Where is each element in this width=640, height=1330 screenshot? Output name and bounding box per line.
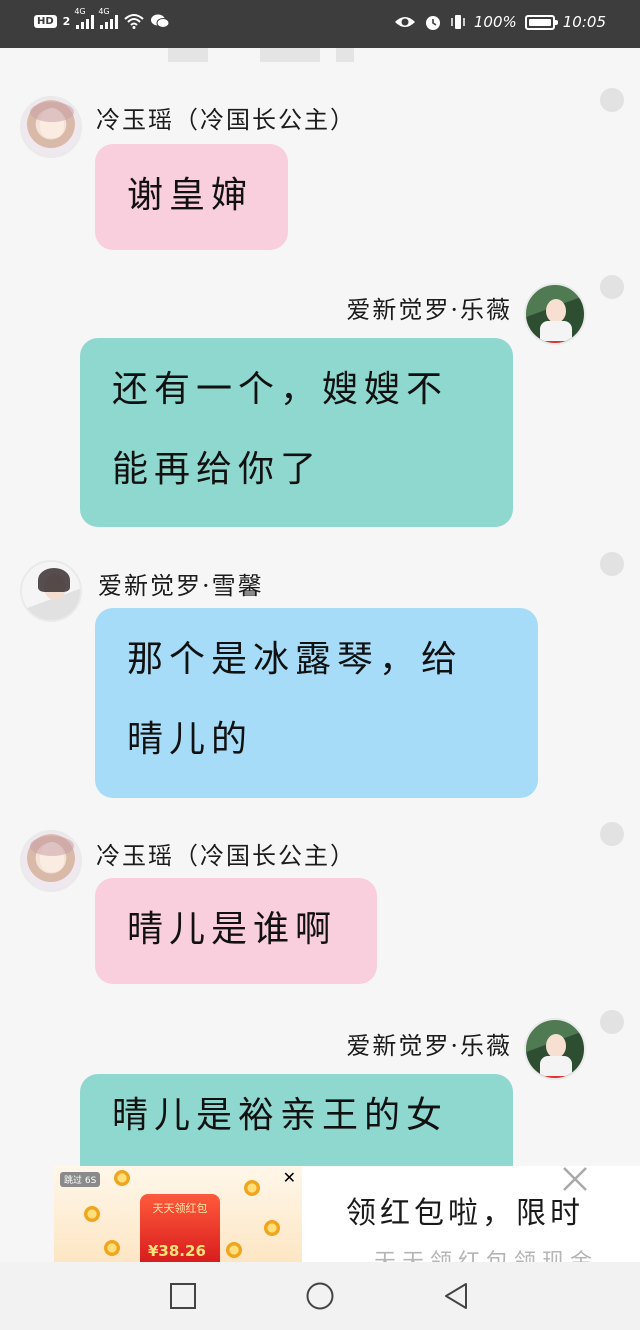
coin-icon <box>84 1206 100 1222</box>
coin-icon <box>244 1180 260 1196</box>
message-text-line: 那个是冰露琴，给 <box>127 639 464 680</box>
clock: 10:05 <box>562 13 606 31</box>
wechat-icon <box>151 14 170 28</box>
recent-apps-icon[interactable] <box>169 1282 197 1310</box>
system-navigation-bar <box>0 1262 640 1330</box>
network-type-label-2: 4G <box>98 7 110 16</box>
select-dot[interactable] <box>600 88 624 112</box>
sender-name: 爱新觉罗·乐薇 <box>346 1032 512 1060</box>
coin-icon <box>114 1170 130 1186</box>
battery-percent: 100% <box>473 13 517 31</box>
sender-name: 冷玉瑶（冷国长公主） <box>96 842 356 870</box>
message-bubble[interactable]: 谢皇婶 <box>95 144 288 250</box>
ad-headline[interactable]: 领红包啦，限时 <box>346 1188 636 1228</box>
coin-icon <box>226 1242 242 1258</box>
network-type-label: 4G <box>74 7 86 16</box>
ad-skip-badge[interactable]: 跳过 6S <box>60 1172 101 1187</box>
chat-area[interactable]: 冷玉瑶（冷国长公主） 谢皇婶 爱新觉罗·乐薇 还有一个，嫂嫂不 能再给你了 爱新… <box>0 48 640 1260</box>
avatar[interactable] <box>20 830 82 892</box>
cell-signal-icon: 4G <box>74 7 95 29</box>
avatar[interactable] <box>524 1018 586 1080</box>
chat-message: 爱新觉罗·乐薇 还有一个，嫂嫂不 能再给你了 <box>0 275 640 538</box>
message-text: 晴儿是裕亲王的女 <box>112 1095 449 1136</box>
status-bar: HD 2 4G 4G 100% 10:05 <box>0 0 640 48</box>
hd-badge: HD <box>34 14 57 28</box>
red-envelope-icon: 天天领红包 ¥38.26 <box>140 1194 220 1262</box>
ad-banner[interactable]: 跳过 6S ✕ 天天领红包 ¥38.26 领红包啦，限时 天天领红包领现金 <box>54 1166 640 1262</box>
message-text: 晴儿是谁啊 <box>127 909 338 950</box>
select-dot[interactable] <box>600 822 624 846</box>
envelope-title: 天天领红包 <box>152 1202 208 1215</box>
chat-message: 冷玉瑶（冷国长公主） 晴儿是谁啊 <box>0 818 640 998</box>
avatar[interactable] <box>20 96 82 158</box>
ad-subline: 天天领红包领现金 <box>374 1246 640 1262</box>
message-bubble[interactable]: 还有一个，嫂嫂不 能再给你了 <box>80 338 513 527</box>
sender-name: 冷玉瑶（冷国长公主） <box>96 106 356 134</box>
select-dot[interactable] <box>600 552 624 576</box>
message-text-line: 能再给你了 <box>112 449 323 490</box>
coin-icon <box>264 1220 280 1236</box>
ad-image-close-icon[interactable]: ✕ <box>283 1168 296 1187</box>
sim-number: 2 <box>62 14 71 28</box>
ad-image[interactable]: 跳过 6S ✕ 天天领红包 ¥38.26 <box>54 1166 302 1262</box>
cell-signal-2-icon: 4G <box>98 7 119 29</box>
ad-close-icon[interactable] <box>560 1164 590 1194</box>
message-bubble[interactable]: 晴儿是谁啊 <box>95 878 377 984</box>
message-bubble[interactable]: 那个是冰露琴，给 晴儿的 <box>95 608 538 798</box>
chat-message: 爱新觉罗·雪馨 那个是冰露琴，给 晴儿的 <box>0 548 640 808</box>
message-text-line: 晴儿的 <box>127 719 254 760</box>
select-dot[interactable] <box>600 275 624 299</box>
sender-name: 爱新觉罗·雪馨 <box>98 572 264 600</box>
avatar[interactable] <box>20 560 82 622</box>
message-text: 谢皇婶 <box>127 175 254 216</box>
home-icon[interactable] <box>306 1282 334 1310</box>
avatar[interactable] <box>524 283 586 345</box>
alarm-icon <box>425 16 440 30</box>
sender-name: 爱新觉罗·乐薇 <box>346 296 512 324</box>
eye-icon <box>394 17 415 27</box>
message-text-line: 还有一个，嫂嫂不 <box>112 369 449 410</box>
back-icon[interactable] <box>442 1282 470 1310</box>
select-dot[interactable] <box>600 1010 624 1034</box>
coin-icon <box>104 1240 120 1256</box>
battery-icon <box>524 14 558 30</box>
vibrate-icon <box>451 15 465 29</box>
chat-message: 冷玉瑶（冷国长公主） 谢皇婶 <box>0 48 640 258</box>
envelope-amount: ¥38.26 <box>148 1242 206 1260</box>
wifi-icon <box>124 14 144 29</box>
